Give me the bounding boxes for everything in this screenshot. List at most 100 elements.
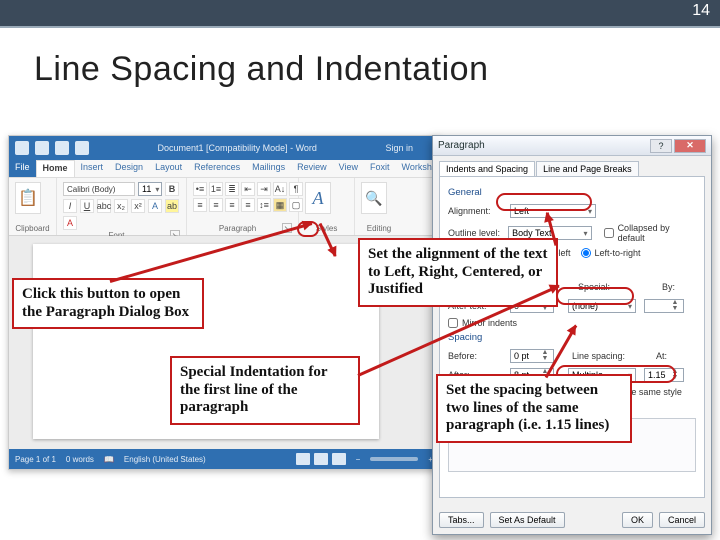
dialog-titlebar: Paragraph ? ✕: [433, 136, 711, 156]
font-name-selector[interactable]: Calibri (Body): [63, 182, 135, 196]
slide-top-bar: [0, 0, 720, 26]
tabs-button[interactable]: Tabs...: [439, 512, 484, 528]
tab-insert[interactable]: Insert: [75, 160, 110, 177]
word-titlebar: Document1 [Compatibility Mode] - Word Si…: [9, 136, 439, 160]
group-paragraph-label: Paragraph: [193, 224, 282, 233]
group-clipboard: 📋 Clipboard: [9, 178, 57, 235]
tab-layout[interactable]: Layout: [149, 160, 188, 177]
tab-home[interactable]: Home: [36, 160, 75, 177]
font-color-button[interactable]: A: [63, 216, 77, 230]
group-clipboard-label: Clipboard: [15, 224, 50, 233]
paste-button[interactable]: 📋: [15, 182, 41, 214]
print-layout-icon[interactable]: [314, 453, 328, 465]
view-switcher[interactable]: [296, 453, 346, 465]
spacing-before-label: Before:: [448, 351, 506, 361]
ribbon-tabs: File Home Insert Design Layout Reference…: [9, 160, 439, 178]
status-language[interactable]: English (United States): [124, 455, 206, 464]
spacing-before-spinner[interactable]: 0 pt▲▼: [510, 349, 554, 363]
by-spinner[interactable]: ▲▼: [644, 299, 684, 313]
decrease-indent-button[interactable]: ⇤: [241, 182, 255, 196]
highlight-button[interactable]: ab: [165, 199, 179, 213]
set-default-button[interactable]: Set As Default: [490, 512, 565, 528]
callout-line-spacing: Set the spacing between two lines of the…: [436, 374, 632, 443]
word-sign-in-link[interactable]: Sign in: [385, 143, 439, 153]
underline-button[interactable]: U: [80, 199, 94, 213]
dialog-close-button[interactable]: ✕: [674, 139, 706, 153]
dialog-title-text: Paragraph: [438, 140, 485, 151]
outline-label: Outline level:: [448, 228, 504, 238]
numbering-button[interactable]: 1≡: [209, 182, 223, 196]
alignment-label: Alignment:: [448, 206, 506, 216]
superscript-button[interactable]: x²: [131, 199, 145, 213]
section-general: General: [448, 187, 696, 198]
special-dropdown[interactable]: (none)▾: [568, 299, 636, 313]
align-right-button[interactable]: ≡: [225, 198, 239, 212]
tab-mailings[interactable]: Mailings: [246, 160, 291, 177]
tab-line-page-breaks[interactable]: Line and Page Breaks: [536, 161, 639, 176]
bold-button[interactable]: B: [165, 182, 179, 196]
callout-special-indent: Special Indentation for the first line o…: [170, 356, 360, 425]
collapsed-checkbox[interactable]: Collapsed by default: [604, 223, 696, 243]
read-mode-icon[interactable]: [296, 453, 310, 465]
status-word-count[interactable]: 0 words: [66, 455, 94, 464]
tab-foxit[interactable]: Foxit: [364, 160, 396, 177]
font-size-selector[interactable]: 11▾: [138, 182, 162, 196]
status-proofing-icon[interactable]: 📖: [104, 455, 114, 464]
dialog-help-button[interactable]: ?: [650, 139, 672, 153]
callout-dialog-launcher: Click this button to open the Paragraph …: [12, 278, 204, 329]
tab-review[interactable]: Review: [291, 160, 333, 177]
styles-gallery-button[interactable]: A: [305, 182, 331, 214]
word-document-title: Document1 [Compatibility Mode] - Word: [89, 143, 385, 153]
tab-design[interactable]: Design: [109, 160, 149, 177]
group-font: Calibri (Body) 11▾ B I U abc x₂ x² A ab …: [57, 178, 187, 235]
callout-alignment: Set the alignment of the text to Left, R…: [358, 238, 558, 307]
special-label: Special:: [578, 282, 618, 292]
italic-button[interactable]: I: [63, 199, 77, 213]
tab-references[interactable]: References: [188, 160, 246, 177]
dialog-body: General Alignment: Left▾ Outline level: …: [439, 176, 705, 498]
direction-ltr-radio[interactable]: Left-to-right: [581, 248, 641, 258]
by-label: By:: [662, 282, 682, 292]
at-label: At:: [656, 351, 676, 361]
qat-redo-icon[interactable]: [55, 141, 69, 155]
zoom-slider[interactable]: [370, 457, 418, 461]
web-layout-icon[interactable]: [332, 453, 346, 465]
shading-button[interactable]: ▦: [273, 198, 287, 212]
qat-more-icon[interactable]: [75, 141, 89, 155]
align-left-button[interactable]: ≡: [193, 198, 207, 212]
slide-title: Line Spacing and Indentation: [34, 50, 488, 89]
quick-access-toolbar[interactable]: [9, 141, 89, 155]
bullets-button[interactable]: •≡: [193, 182, 207, 196]
ok-button[interactable]: OK: [622, 512, 653, 528]
slide: 14 Line Spacing and Indentation Document…: [0, 0, 720, 540]
status-bar: Page 1 of 1 0 words 📖 English (United St…: [9, 449, 439, 469]
status-page[interactable]: Page 1 of 1: [15, 455, 56, 464]
at-spinner[interactable]: 1.15▲▼: [644, 368, 684, 382]
qat-undo-icon[interactable]: [35, 141, 49, 155]
zoom-out-button[interactable]: −: [356, 455, 361, 464]
group-paragraph: •≡ 1≡ ≣ ⇤ ⇥ A↓ ¶ ≡ ≡ ≡ ≡ ↕≡ ▦: [187, 178, 299, 235]
tab-file[interactable]: File: [9, 160, 36, 177]
strikethrough-button[interactable]: abc: [97, 199, 111, 213]
justify-button[interactable]: ≡: [241, 198, 255, 212]
line-spacing-label: Line spacing:: [572, 351, 628, 361]
tab-view[interactable]: View: [333, 160, 364, 177]
dialog-button-row: Tabs... Set As Default OK Cancel: [439, 512, 705, 528]
increase-indent-button[interactable]: ⇥: [257, 182, 271, 196]
align-center-button[interactable]: ≡: [209, 198, 223, 212]
group-editing: 🔍 Editing: [355, 178, 403, 235]
cancel-button[interactable]: Cancel: [659, 512, 705, 528]
subscript-button[interactable]: x₂: [114, 199, 128, 213]
alignment-dropdown[interactable]: Left▾: [510, 204, 596, 218]
text-effects-button[interactable]: A: [148, 199, 162, 213]
qat-save-icon[interactable]: [15, 141, 29, 155]
sort-button[interactable]: A↓: [273, 182, 287, 196]
page-number: 14: [692, 2, 710, 20]
group-editing-label: Editing: [361, 224, 397, 233]
ribbon: 📋 Clipboard Calibri (Body) 11▾ B I U abc…: [9, 178, 439, 236]
multilevel-list-button[interactable]: ≣: [225, 182, 239, 196]
find-button[interactable]: 🔍: [361, 182, 387, 214]
tab-indents-spacing[interactable]: Indents and Spacing: [439, 161, 535, 176]
dialog-tabs: Indents and Spacing Line and Page Breaks: [433, 156, 711, 176]
line-spacing-button[interactable]: ↕≡: [257, 198, 271, 212]
